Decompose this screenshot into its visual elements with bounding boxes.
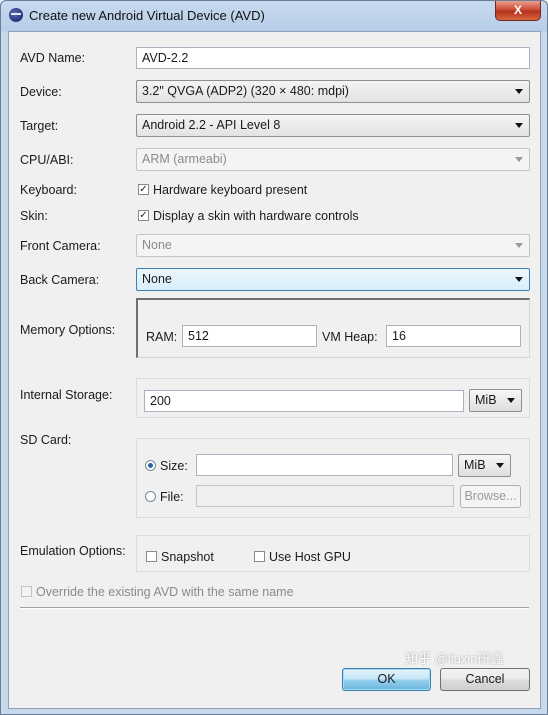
host-gpu-checkbox[interactable]	[254, 551, 265, 562]
host-gpu-label: Use Host GPU	[269, 550, 351, 564]
sd-size-radio[interactable]	[145, 460, 156, 471]
device-select-value: 3.2" QVGA (ADP2) (320 × 480: mdpi)	[142, 84, 349, 98]
keyboard-label: Keyboard:	[20, 183, 77, 197]
sd-size-unit-select[interactable]: MiB	[458, 454, 511, 477]
chevron-down-icon	[515, 123, 523, 128]
cpu-abi-label: CPU/ABI:	[20, 153, 74, 167]
device-label: Device:	[20, 85, 62, 99]
back-camera-select[interactable]: None	[136, 268, 530, 291]
target-select[interactable]: Android 2.2 - API Level 8	[136, 114, 530, 137]
keyboard-checkbox[interactable]: ✓	[138, 184, 149, 195]
skin-label: Skin:	[20, 209, 48, 223]
keyboard-checkbox-label: Hardware keyboard present	[153, 183, 308, 197]
chevron-down-icon	[515, 243, 523, 248]
avd-name-label: AVD Name:	[20, 51, 86, 65]
sd-file-radio[interactable]	[145, 491, 156, 502]
sd-file-input[interactable]	[196, 485, 454, 507]
skin-checkbox-label: Display a skin with hardware controls	[153, 209, 359, 223]
snapshot-label: Snapshot	[161, 550, 214, 564]
override-checkbox[interactable]	[21, 586, 32, 597]
sd-file-label: File:	[160, 490, 184, 504]
internal-storage-label: Internal Storage:	[20, 388, 113, 402]
sd-size-unit-value: MiB	[464, 458, 486, 472]
back-camera-label: Back Camera:	[20, 273, 100, 287]
target-select-value: Android 2.2 - API Level 8	[142, 118, 281, 132]
front-camera-select[interactable]: None	[136, 234, 530, 257]
chevron-down-icon	[507, 398, 515, 403]
ram-input[interactable]: 512	[182, 325, 317, 347]
dialog-body: AVD Name: AVD-2.2 Device: 3.2" QVGA (ADP…	[8, 31, 541, 709]
vm-heap-input[interactable]: 16	[386, 325, 521, 347]
sd-size-label: Size:	[160, 459, 188, 473]
device-select[interactable]: 3.2" QVGA (ADP2) (320 × 480: mdpi)	[136, 80, 530, 103]
cpu-abi-select[interactable]: ARM (armeabi)	[136, 148, 530, 171]
override-label: Override the existing AVD with the same …	[36, 585, 294, 599]
ram-label: RAM:	[146, 330, 178, 344]
sd-card-label: SD Card:	[20, 433, 72, 447]
internal-storage-unit-select[interactable]: MiB	[469, 389, 522, 412]
separator	[20, 607, 529, 609]
close-button[interactable]: X	[495, 1, 541, 21]
internal-storage-unit-value: MiB	[475, 393, 497, 407]
cancel-button[interactable]: Cancel	[440, 668, 530, 691]
avd-name-input[interactable]: AVD-2.2	[136, 47, 530, 69]
chevron-down-icon	[515, 277, 523, 282]
watermark: 知乎 @liuxin研鑫	[405, 651, 504, 666]
internal-storage-input[interactable]: 200	[144, 390, 464, 412]
chevron-down-icon	[515, 157, 523, 162]
emulation-options-label: Emulation Options:	[20, 544, 126, 558]
browse-button[interactable]: Browse...	[460, 485, 521, 508]
front-camera-label: Front Camera:	[20, 239, 101, 253]
chevron-down-icon	[496, 463, 504, 468]
front-camera-select-value: None	[142, 238, 172, 252]
window-title: Create new Android Virtual Device (AVD)	[29, 8, 265, 23]
eclipse-icon	[9, 8, 23, 22]
snapshot-checkbox[interactable]	[146, 551, 157, 562]
skin-checkbox[interactable]: ✓	[138, 210, 149, 221]
chevron-down-icon	[515, 89, 523, 94]
dialog-window: Create new Android Virtual Device (AVD) …	[0, 0, 548, 715]
ok-button[interactable]: OK	[342, 668, 431, 691]
sd-size-input[interactable]	[196, 454, 453, 476]
memory-options-label: Memory Options:	[20, 323, 116, 337]
cpu-abi-select-value: ARM (armeabi)	[142, 152, 227, 166]
back-camera-select-value: None	[142, 272, 172, 286]
target-label: Target:	[20, 119, 59, 133]
title-bar[interactable]: Create new Android Virtual Device (AVD) …	[1, 1, 547, 31]
vm-heap-label: VM Heap:	[322, 330, 378, 344]
